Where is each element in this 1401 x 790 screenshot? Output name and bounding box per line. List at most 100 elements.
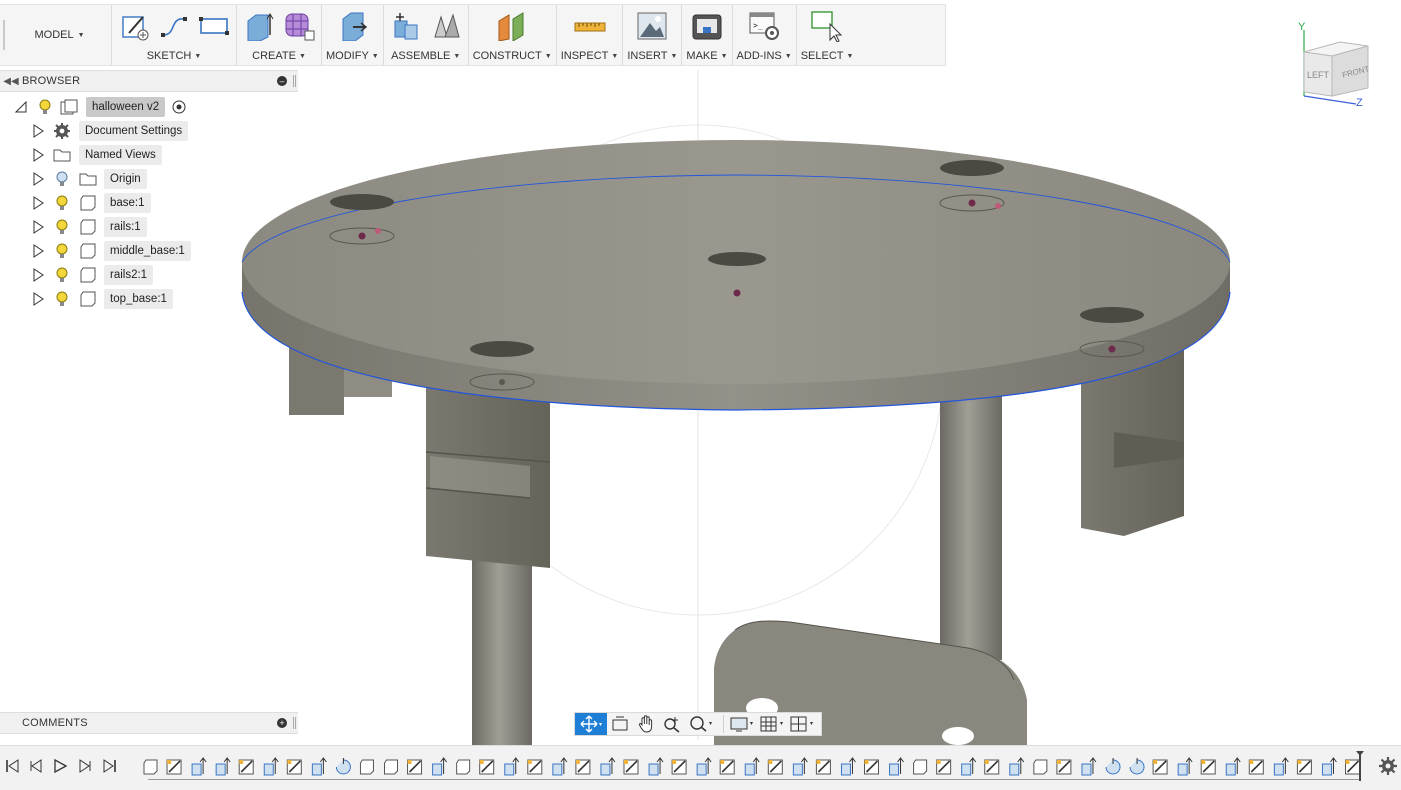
expand-triangle-icon[interactable] xyxy=(31,119,45,143)
visibility-bulb-icon[interactable] xyxy=(38,95,52,119)
timeline-feature-sketch-icon[interactable] xyxy=(575,759,591,775)
zoom-icon[interactable] xyxy=(659,713,685,735)
rails-body-front-left[interactable] xyxy=(425,386,551,745)
sketch-menu[interactable]: SKETCH ▼ xyxy=(147,47,202,65)
expand-triangle-icon[interactable] xyxy=(31,215,45,239)
tree-item-label[interactable]: halloween v2 xyxy=(86,97,166,117)
timeline-feature-sketch-icon[interactable] xyxy=(719,759,735,775)
timeline-feature-body-icon[interactable] xyxy=(384,759,398,775)
tree-item-label[interactable]: top_base:1 xyxy=(104,289,173,309)
new-component-icon[interactable] xyxy=(388,9,424,43)
look-at-icon[interactable] xyxy=(607,713,633,735)
timeline-feature-sketch-icon[interactable] xyxy=(407,759,423,775)
press-pull-icon[interactable] xyxy=(334,9,370,43)
tree-item-label[interactable]: Document Settings xyxy=(79,121,189,141)
offset-plane-icon[interactable] xyxy=(494,9,530,43)
expand-triangle-icon[interactable] xyxy=(31,287,45,311)
modify-menu[interactable]: MODIFY ▼ xyxy=(326,47,379,65)
timeline-feature-sketch-icon[interactable] xyxy=(238,759,254,775)
timeline-feature-sketch-icon[interactable] xyxy=(815,759,831,775)
panel-grip[interactable] xyxy=(293,75,296,87)
timeline-feature-extrude-icon[interactable] xyxy=(1225,757,1241,776)
timeline-feature-sketch-icon[interactable] xyxy=(527,759,543,775)
tree-item-label[interactable]: middle_base:1 xyxy=(104,241,191,261)
tree-row-document-settings[interactable]: Document Settings xyxy=(0,119,298,143)
line-tool-icon[interactable] xyxy=(156,9,192,43)
visibility-bulb-icon[interactable] xyxy=(55,287,69,311)
assemble-menu[interactable]: ASSEMBLE ▼ xyxy=(391,47,460,65)
visibility-bulb-icon[interactable] xyxy=(55,191,69,215)
visibility-bulb-icon[interactable] xyxy=(55,167,69,191)
extrude-icon[interactable] xyxy=(241,9,277,43)
timeline-feature-extrude-icon[interactable] xyxy=(600,757,616,776)
insert-menu[interactable]: INSERT ▼ xyxy=(627,47,677,65)
expand-triangle-icon[interactable] xyxy=(31,191,45,215)
timeline-feature-extrude-icon[interactable] xyxy=(1273,757,1289,776)
add-comment-icon[interactable]: + xyxy=(277,718,287,728)
make-menu[interactable]: MAKE ▼ xyxy=(686,47,727,65)
addins-menu[interactable]: ADD-INS ▼ xyxy=(737,47,792,65)
create-menu[interactable]: CREATE ▼ xyxy=(252,47,306,65)
minimize-icon[interactable]: – xyxy=(277,76,287,86)
construct-menu[interactable]: CONSTRUCT ▼ xyxy=(473,47,552,65)
timeline-feature-extrude-icon[interactable] xyxy=(552,757,568,776)
measure-icon[interactable] xyxy=(572,9,608,43)
scripts-addins-icon[interactable]: >_ xyxy=(746,9,782,43)
expand-triangle-icon[interactable] xyxy=(14,95,28,119)
gear-icon[interactable] xyxy=(1378,756,1398,776)
select-menu[interactable]: SELECT ▼ xyxy=(801,47,854,65)
expand-triangle-icon[interactable] xyxy=(31,143,45,167)
timeline-feature-sketch-icon[interactable] xyxy=(1248,759,1264,775)
view-cube[interactable]: Y Z LEFT FRONT xyxy=(1290,18,1380,109)
tree-item-label[interactable]: Origin xyxy=(104,169,147,189)
timeline-feature-sketch-icon[interactable] xyxy=(864,759,879,775)
insert-image-icon[interactable] xyxy=(634,9,670,43)
timeline-feature-extrude-icon[interactable] xyxy=(696,757,712,776)
timeline-feature-body-icon[interactable] xyxy=(143,759,158,775)
tree-row-body[interactable]: top_base:1 xyxy=(0,287,298,311)
expand-triangle-icon[interactable] xyxy=(31,263,45,287)
form-tool-icon[interactable] xyxy=(281,9,317,43)
tree-row-body[interactable]: middle_base:1 xyxy=(0,239,298,263)
tree-row-root[interactable]: halloween v2 xyxy=(0,95,298,119)
timeline-feature-sketch-icon[interactable] xyxy=(623,759,639,775)
timeline-feature-extrude-icon[interactable] xyxy=(1177,757,1193,776)
tree-row-body[interactable]: base:1 xyxy=(0,191,298,215)
inspect-menu[interactable]: INSPECT ▼ xyxy=(561,47,619,65)
activate-radio-icon[interactable] xyxy=(170,95,188,119)
toolbar-grip[interactable] xyxy=(0,5,8,65)
timeline-feature-sketch-icon[interactable] xyxy=(767,759,783,775)
viewports-icon[interactable] xyxy=(788,713,818,735)
top-base-disc[interactable] xyxy=(241,140,1231,411)
step-forward-icon[interactable] xyxy=(75,758,95,774)
go-to-end-icon[interactable] xyxy=(100,758,120,774)
tree-row-origin[interactable]: Origin xyxy=(0,167,298,191)
pan-hand-icon[interactable] xyxy=(633,713,659,735)
timeline-feature-extrude-icon[interactable] xyxy=(263,757,279,776)
grid-settings-icon[interactable] xyxy=(758,713,788,735)
timeline-feature-sketch-icon[interactable] xyxy=(166,759,182,775)
timeline-feature-revolve-icon[interactable] xyxy=(335,758,351,775)
timeline-feature-extrude-icon[interactable] xyxy=(1321,757,1337,776)
timeline-feature-revolve-icon[interactable] xyxy=(1129,758,1145,775)
play-icon[interactable] xyxy=(50,758,70,774)
expand-triangle-icon[interactable] xyxy=(31,239,45,263)
timeline-feature-extrude-icon[interactable] xyxy=(432,757,448,776)
cube-face-left[interactable]: LEFT xyxy=(1307,70,1330,80)
tree-item-label[interactable]: base:1 xyxy=(104,193,151,213)
timeline-feature-sketch-icon[interactable] xyxy=(1296,759,1312,775)
timeline-feature-sketch-icon[interactable] xyxy=(984,759,1000,775)
timeline-feature-sketch-icon[interactable] xyxy=(286,759,302,775)
timeline-feature-extrude-icon[interactable] xyxy=(1009,757,1025,776)
display-settings-icon[interactable] xyxy=(728,713,758,735)
create-sketch-icon[interactable] xyxy=(116,9,152,43)
go-to-start-icon[interactable] xyxy=(2,758,22,774)
timeline-feature-sketch-icon[interactable] xyxy=(936,759,952,775)
timeline-feature-extrude-icon[interactable] xyxy=(792,757,808,776)
tree-row-named-views[interactable]: Named Views xyxy=(0,143,298,167)
tree-item-label[interactable]: Named Views xyxy=(79,145,162,165)
expand-triangle-icon[interactable] xyxy=(31,167,45,191)
timeline-feature-extrude-icon[interactable] xyxy=(744,757,760,776)
timeline-feature-extrude-icon[interactable] xyxy=(191,757,207,776)
step-back-icon[interactable] xyxy=(26,758,46,774)
